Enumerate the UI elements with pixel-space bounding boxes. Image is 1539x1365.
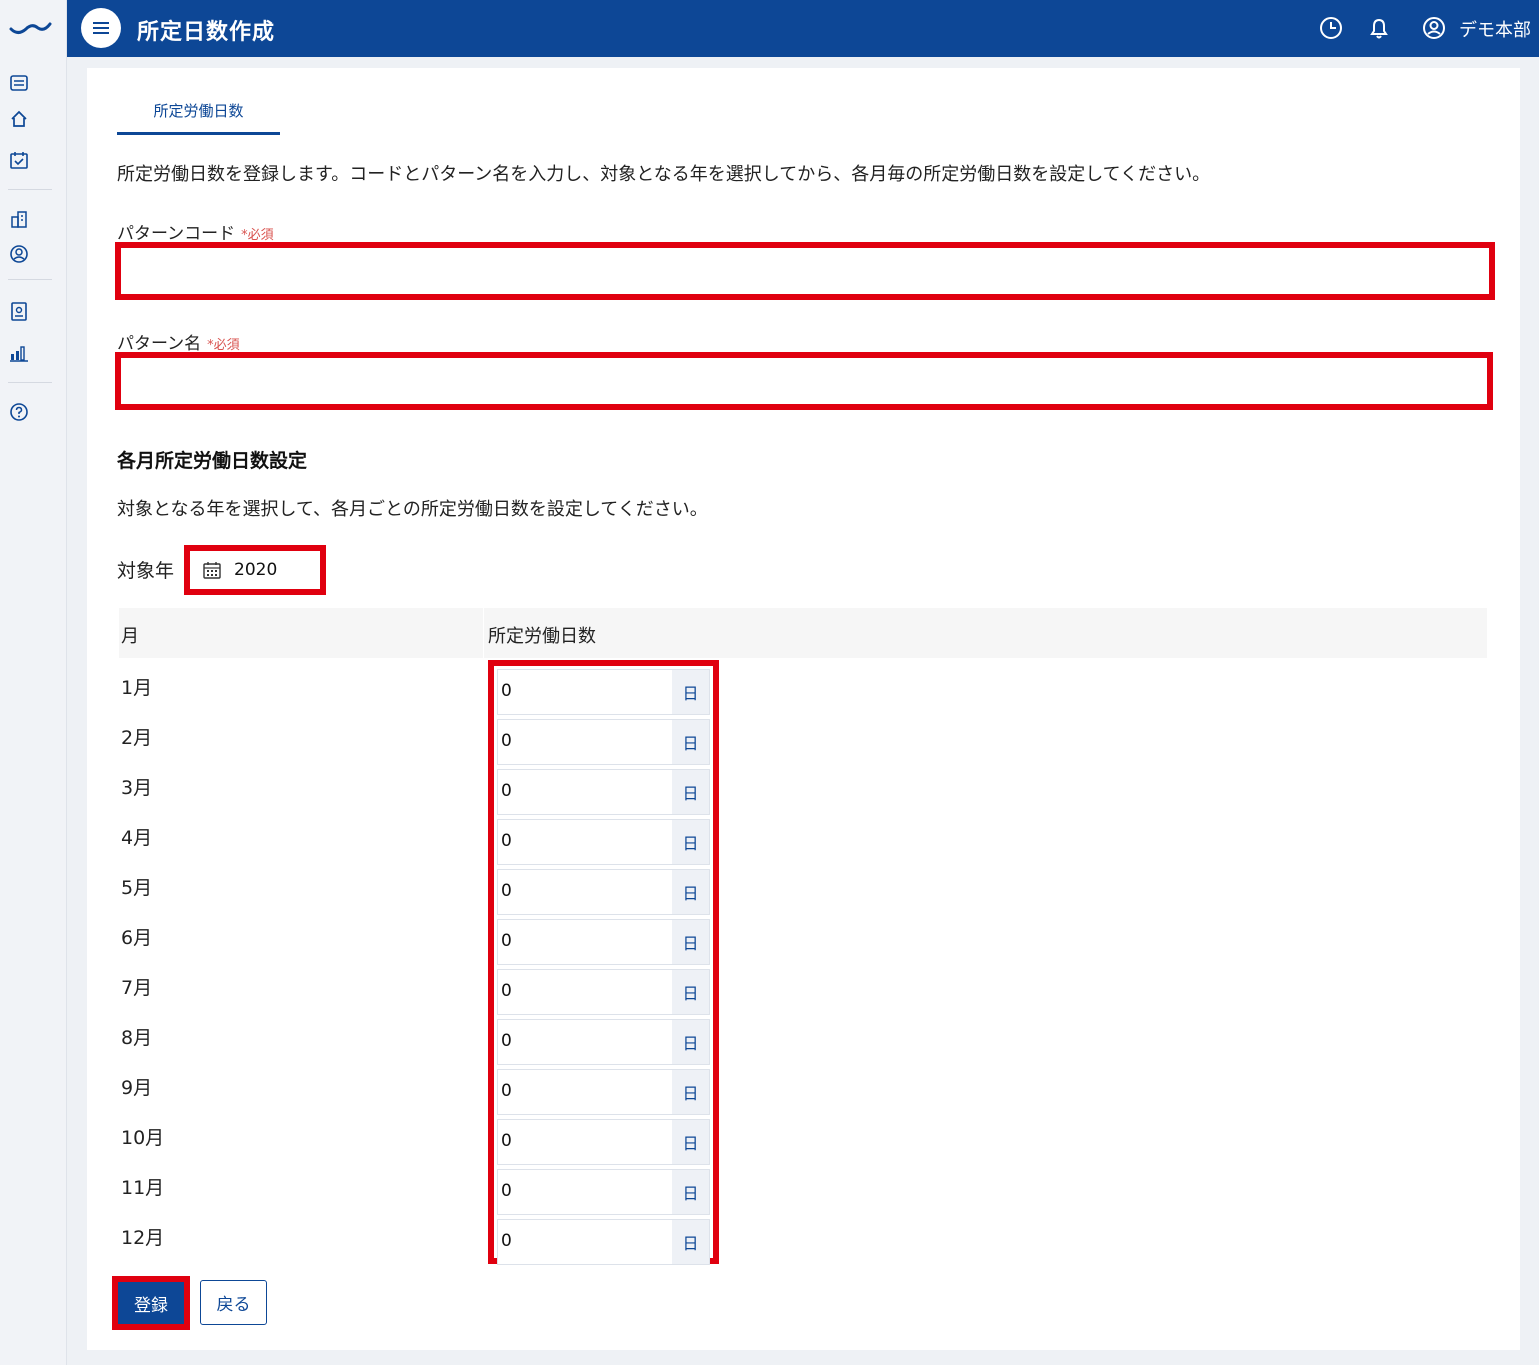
days-input[interactable]: 0日: [497, 1019, 710, 1065]
page-title: 所定日数作成: [137, 20, 276, 45]
calendar-check-icon[interactable]: [8, 149, 30, 171]
month-label: 6月: [121, 927, 153, 949]
logo-icon[interactable]: [8, 14, 54, 38]
register-button[interactable]: 登録: [112, 1276, 190, 1330]
list-icon[interactable]: [8, 72, 30, 94]
unit-label: 日: [672, 820, 709, 864]
unit-label: 日: [672, 970, 709, 1014]
month-label: 5月: [121, 877, 153, 899]
month-label: 7月: [121, 977, 153, 999]
account-icon[interactable]: [1420, 14, 1448, 42]
unit-label: 日: [672, 1170, 709, 1214]
days-input[interactable]: 0日: [497, 669, 710, 715]
days-input[interactable]: 0日: [497, 1219, 710, 1265]
column-days: 所定労働日数: [488, 626, 596, 647]
month-label: 4月: [121, 827, 153, 849]
days-input[interactable]: 0日: [497, 1169, 710, 1215]
hamburger-icon: [93, 22, 109, 34]
clock-icon[interactable]: [1317, 14, 1345, 42]
month-label: 11月: [121, 1177, 165, 1199]
unit-label: 日: [672, 1070, 709, 1114]
bar-chart-icon[interactable]: [8, 342, 30, 364]
month-label: 10月: [121, 1127, 165, 1149]
unit-label: 日: [672, 1220, 709, 1264]
pattern-name-input[interactable]: [121, 358, 1487, 404]
tab-working-days[interactable]: 所定労働日数: [117, 98, 280, 135]
column-month: 月: [121, 626, 139, 647]
user-name[interactable]: デモ本部: [1459, 16, 1531, 42]
unit-label: 日: [672, 870, 709, 914]
year-picker[interactable]: 2020: [184, 545, 326, 595]
menu-button[interactable]: [81, 8, 121, 48]
section-description: 対象となる年を選択して、各月ごとの所定労働日数を設定してください。: [117, 499, 708, 520]
year-label: 対象年: [117, 560, 175, 582]
building-icon[interactable]: [8, 208, 30, 230]
days-input[interactable]: 0日: [497, 919, 710, 965]
unit-label: 日: [672, 920, 709, 964]
pattern-code-field[interactable]: [115, 242, 1495, 300]
home-icon[interactable]: [8, 108, 30, 130]
calendar-icon: [203, 562, 221, 579]
section-title: 各月所定労働日数設定: [117, 450, 308, 472]
month-label: 12月: [121, 1227, 165, 1249]
month-label: 8月: [121, 1027, 153, 1049]
month-label: 9月: [121, 1077, 153, 1099]
month-label: 3月: [121, 777, 153, 799]
days-input[interactable]: 0日: [497, 719, 710, 765]
pattern-name-label: パターン名 *必須: [117, 334, 240, 354]
unit-label: 日: [672, 1120, 709, 1164]
unit-label: 日: [672, 770, 709, 814]
pattern-code-label: パターンコード *必須: [117, 224, 274, 244]
side-rail: [0, 0, 67, 1365]
pattern-name-field[interactable]: [115, 352, 1493, 410]
days-input[interactable]: 0日: [497, 1119, 710, 1165]
days-input[interactable]: 0日: [497, 769, 710, 815]
month-label: 2月: [121, 727, 153, 749]
days-input[interactable]: 0日: [497, 969, 710, 1015]
days-input-group: 0日 0日 0日 0日 0日 0日 0日 0日 0日 0日 0日 0日: [488, 660, 719, 1265]
id-badge-icon[interactable]: [8, 300, 30, 322]
user-circle-icon[interactable]: [8, 243, 30, 265]
pattern-code-input[interactable]: [121, 248, 1489, 294]
help-icon[interactable]: [8, 401, 30, 423]
unit-label: 日: [672, 720, 709, 764]
app-header: 所定日数作成 デモ本部: [67, 0, 1539, 57]
required-mark: *必須: [241, 228, 274, 243]
days-input[interactable]: 0日: [497, 869, 710, 915]
days-input[interactable]: 0日: [497, 1069, 710, 1115]
required-mark: *必須: [207, 338, 240, 353]
year-value: 2020: [234, 560, 278, 580]
back-button[interactable]: 戻る: [200, 1280, 267, 1325]
page-description: 所定労働日数を登録します。コードとパターン名を入力し、対象となる年を選択してから…: [117, 164, 1211, 185]
tab-label: 所定労働日数: [153, 102, 244, 120]
main-card: 所定労働日数 所定労働日数を登録します。コードとパターン名を入力し、対象となる年…: [87, 68, 1520, 1350]
month-label: 1月: [121, 677, 153, 699]
table-header: 月 所定労働日数: [119, 608, 1487, 658]
bell-icon[interactable]: [1365, 14, 1393, 42]
unit-label: 日: [672, 1020, 709, 1064]
days-input[interactable]: 0日: [497, 819, 710, 865]
unit-label: 日: [672, 670, 709, 714]
